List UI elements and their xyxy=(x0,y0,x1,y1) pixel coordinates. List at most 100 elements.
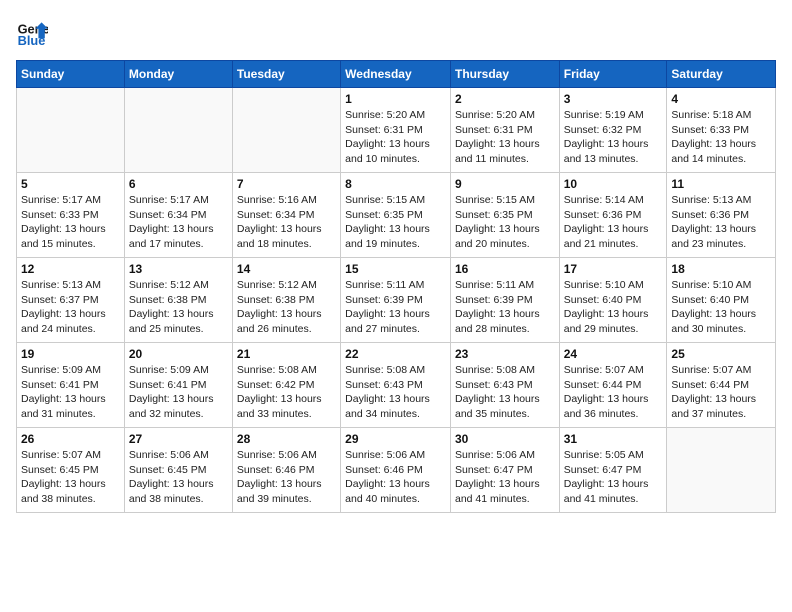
week-row-3: 12 Sunrise: 5:13 AM Sunset: 6:37 PM Dayli… xyxy=(17,258,776,343)
calendar-cell: 23 Sunrise: 5:08 AM Sunset: 6:43 PM Dayli… xyxy=(450,343,559,428)
calendar-cell: 22 Sunrise: 5:08 AM Sunset: 6:43 PM Dayli… xyxy=(341,343,451,428)
day-header-thursday: Thursday xyxy=(450,61,559,88)
page-header: General Blue xyxy=(16,16,776,48)
day-number: 22 xyxy=(345,347,446,361)
day-number: 6 xyxy=(129,177,228,191)
calendar-cell: 16 Sunrise: 5:11 AM Sunset: 6:39 PM Dayli… xyxy=(450,258,559,343)
cell-info: Sunrise: 5:08 AM Sunset: 6:43 PM Dayligh… xyxy=(345,363,446,422)
day-header-tuesday: Tuesday xyxy=(232,61,340,88)
cell-info: Sunrise: 5:13 AM Sunset: 6:37 PM Dayligh… xyxy=(21,278,120,337)
week-row-5: 26 Sunrise: 5:07 AM Sunset: 6:45 PM Dayli… xyxy=(17,428,776,513)
calendar-cell: 2 Sunrise: 5:20 AM Sunset: 6:31 PM Daylig… xyxy=(450,88,559,173)
cell-info: Sunrise: 5:11 AM Sunset: 6:39 PM Dayligh… xyxy=(455,278,555,337)
calendar-cell: 7Sunrise: 5:16 AM Sunset: 6:34 PM Daylig… xyxy=(232,173,340,258)
cell-info: Sunrise: 5:07 AM Sunset: 6:45 PM Dayligh… xyxy=(21,448,120,507)
cell-info: Sunrise: 5:06 AM Sunset: 6:47 PM Dayligh… xyxy=(455,448,555,507)
cell-info: Sunrise: 5:07 AM Sunset: 6:44 PM Dayligh… xyxy=(564,363,663,422)
cell-info: Sunrise: 5:15 AM Sunset: 6:35 PM Dayligh… xyxy=(455,193,555,252)
day-number: 27 xyxy=(129,432,228,446)
day-number: 9 xyxy=(455,177,555,191)
day-number: 24 xyxy=(564,347,663,361)
cell-info: Sunrise: 5:19 AM Sunset: 6:32 PM Dayligh… xyxy=(564,108,663,167)
cell-info: Sunrise: 5:17 AM Sunset: 6:33 PM Dayligh… xyxy=(21,193,120,252)
day-header-sunday: Sunday xyxy=(17,61,125,88)
calendar-cell xyxy=(17,88,125,173)
calendar-cell: 14Sunrise: 5:12 AM Sunset: 6:38 PM Dayli… xyxy=(232,258,340,343)
cell-info: Sunrise: 5:15 AM Sunset: 6:35 PM Dayligh… xyxy=(345,193,446,252)
day-number: 12 xyxy=(21,262,120,276)
calendar-cell xyxy=(667,428,776,513)
cell-info: Sunrise: 5:12 AM Sunset: 6:38 PM Dayligh… xyxy=(129,278,228,337)
calendar-cell: 10 Sunrise: 5:14 AM Sunset: 6:36 PM Dayli… xyxy=(559,173,667,258)
cell-info: Sunrise: 5:17 AM Sunset: 6:34 PM Dayligh… xyxy=(129,193,228,252)
day-header-saturday: Saturday xyxy=(667,61,776,88)
cell-info: Sunrise: 5:05 AM Sunset: 6:47 PM Dayligh… xyxy=(564,448,663,507)
calendar-cell: 11 Sunrise: 5:13 AM Sunset: 6:36 PM Dayli… xyxy=(667,173,776,258)
day-number: 8 xyxy=(345,177,446,191)
cell-info: Sunrise: 5:13 AM Sunset: 6:36 PM Dayligh… xyxy=(671,193,771,252)
cell-info: Sunrise: 5:16 AM Sunset: 6:34 PM Dayligh… xyxy=(237,193,336,252)
cell-info: Sunrise: 5:11 AM Sunset: 6:39 PM Dayligh… xyxy=(345,278,446,337)
cell-info: Sunrise: 5:18 AM Sunset: 6:33 PM Dayligh… xyxy=(671,108,771,167)
calendar-cell: 27 Sunrise: 5:06 AM Sunset: 6:45 PM Dayli… xyxy=(124,428,232,513)
calendar-cell: 30 Sunrise: 5:06 AM Sunset: 6:47 PM Dayli… xyxy=(450,428,559,513)
cell-info: Sunrise: 5:20 AM Sunset: 6:31 PM Dayligh… xyxy=(455,108,555,167)
day-number: 3 xyxy=(564,92,663,106)
calendar-cell: 5 Sunrise: 5:17 AM Sunset: 6:33 PM Daylig… xyxy=(17,173,125,258)
calendar-cell: 8 Sunrise: 5:15 AM Sunset: 6:35 PM Daylig… xyxy=(341,173,451,258)
day-number: 11 xyxy=(671,177,771,191)
cell-info: Sunrise: 5:20 AM Sunset: 6:31 PM Dayligh… xyxy=(345,108,446,167)
day-number: 16 xyxy=(455,262,555,276)
cell-info: Sunrise: 5:06 AM Sunset: 6:46 PM Dayligh… xyxy=(345,448,446,507)
day-number: 18 xyxy=(671,262,771,276)
cell-info: Sunrise: 5:08 AM Sunset: 6:43 PM Dayligh… xyxy=(455,363,555,422)
calendar-cell: 9 Sunrise: 5:15 AM Sunset: 6:35 PM Daylig… xyxy=(450,173,559,258)
day-number: 20 xyxy=(129,347,228,361)
day-header-wednesday: Wednesday xyxy=(341,61,451,88)
day-number: 29 xyxy=(345,432,446,446)
day-number: 25 xyxy=(671,347,771,361)
week-row-1: 1 Sunrise: 5:20 AM Sunset: 6:31 PM Daylig… xyxy=(17,88,776,173)
calendar-cell: 1 Sunrise: 5:20 AM Sunset: 6:31 PM Daylig… xyxy=(341,88,451,173)
day-number: 10 xyxy=(564,177,663,191)
calendar-cell: 20 Sunrise: 5:09 AM Sunset: 6:41 PM Dayli… xyxy=(124,343,232,428)
logo: General Blue xyxy=(16,16,56,48)
cell-info: Sunrise: 5:07 AM Sunset: 6:44 PM Dayligh… xyxy=(671,363,771,422)
calendar-cell: 13 Sunrise: 5:12 AM Sunset: 6:38 PM Dayli… xyxy=(124,258,232,343)
day-number: 17 xyxy=(564,262,663,276)
calendar-table: SundayMondayTuesdayWednesdayThursdayFrid… xyxy=(16,60,776,513)
cell-info: Sunrise: 5:14 AM Sunset: 6:36 PM Dayligh… xyxy=(564,193,663,252)
cell-info: Sunrise: 5:06 AM Sunset: 6:45 PM Dayligh… xyxy=(129,448,228,507)
cell-info: Sunrise: 5:08 AM Sunset: 6:42 PM Dayligh… xyxy=(237,363,336,422)
calendar-cell: 21Sunrise: 5:08 AM Sunset: 6:42 PM Dayli… xyxy=(232,343,340,428)
day-number: 28 xyxy=(237,432,336,446)
calendar-cell: 4Sunrise: 5:18 AM Sunset: 6:33 PM Daylig… xyxy=(667,88,776,173)
calendar-cell xyxy=(232,88,340,173)
day-number: 5 xyxy=(21,177,120,191)
day-number: 14 xyxy=(237,262,336,276)
day-number: 15 xyxy=(345,262,446,276)
calendar-cell: 6 Sunrise: 5:17 AM Sunset: 6:34 PM Daylig… xyxy=(124,173,232,258)
calendar-cell: 26 Sunrise: 5:07 AM Sunset: 6:45 PM Dayli… xyxy=(17,428,125,513)
day-number: 1 xyxy=(345,92,446,106)
week-row-4: 19Sunrise: 5:09 AM Sunset: 6:41 PM Dayli… xyxy=(17,343,776,428)
calendar-cell xyxy=(124,88,232,173)
day-number: 30 xyxy=(455,432,555,446)
calendar-cell: 31 Sunrise: 5:05 AM Sunset: 6:47 PM Dayli… xyxy=(559,428,667,513)
day-number: 13 xyxy=(129,262,228,276)
calendar-cell: 19Sunrise: 5:09 AM Sunset: 6:41 PM Dayli… xyxy=(17,343,125,428)
cell-info: Sunrise: 5:09 AM Sunset: 6:41 PM Dayligh… xyxy=(21,363,120,422)
calendar-cell: 12 Sunrise: 5:13 AM Sunset: 6:37 PM Dayli… xyxy=(17,258,125,343)
day-number: 31 xyxy=(564,432,663,446)
day-number: 26 xyxy=(21,432,120,446)
calendar-cell: 3 Sunrise: 5:19 AM Sunset: 6:32 PM Daylig… xyxy=(559,88,667,173)
cell-info: Sunrise: 5:10 AM Sunset: 6:40 PM Dayligh… xyxy=(564,278,663,337)
day-header-monday: Monday xyxy=(124,61,232,88)
day-number: 23 xyxy=(455,347,555,361)
calendar-cell: 28Sunrise: 5:06 AM Sunset: 6:46 PM Dayli… xyxy=(232,428,340,513)
logo-icon: General Blue xyxy=(16,16,48,48)
calendar-cell: 18Sunrise: 5:10 AM Sunset: 6:40 PM Dayli… xyxy=(667,258,776,343)
calendar-cell: 17 Sunrise: 5:10 AM Sunset: 6:40 PM Dayli… xyxy=(559,258,667,343)
cell-info: Sunrise: 5:09 AM Sunset: 6:41 PM Dayligh… xyxy=(129,363,228,422)
day-number: 2 xyxy=(455,92,555,106)
